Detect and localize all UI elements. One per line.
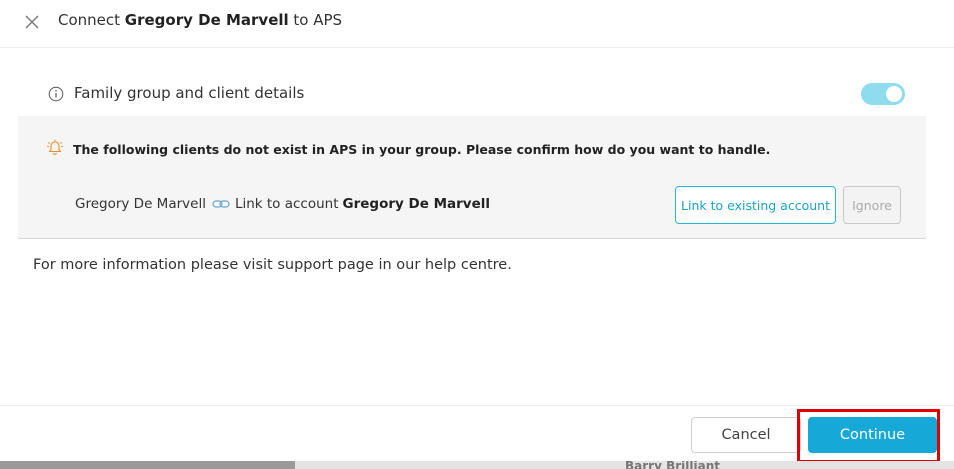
warning-panel: The following clients do not exist in AP… bbox=[18, 116, 926, 239]
title-client-name: Gregory De Marvell bbox=[124, 11, 289, 29]
close-icon bbox=[25, 15, 39, 29]
title-prefix: Connect bbox=[58, 11, 125, 29]
link-existing-account-button[interactable]: Link to existing account bbox=[675, 186, 836, 224]
client-name: Gregory De Marvell bbox=[75, 196, 206, 212]
section-label: Family group and client details bbox=[74, 84, 305, 102]
cancel-button[interactable]: Cancel bbox=[691, 417, 801, 453]
modal-header: Connect Gregory De Marvell to APS bbox=[0, 0, 954, 48]
link-icon bbox=[212, 200, 230, 208]
modal-footer: Cancel Continue bbox=[0, 405, 954, 463]
background-page-strip: Barry Brilliant bbox=[0, 461, 954, 469]
connect-client-modal: Connect Gregory De Marvell to APS Family… bbox=[0, 0, 954, 469]
info-icon bbox=[48, 86, 64, 102]
ignore-button[interactable]: Ignore bbox=[843, 186, 901, 224]
family-group-section: Family group and client details bbox=[18, 72, 926, 116]
modal-title: Connect Gregory De Marvell to APS bbox=[58, 11, 342, 29]
linked-account-name: Gregory De Marvell bbox=[342, 196, 490, 212]
continue-button[interactable]: Continue bbox=[808, 417, 937, 453]
close-button[interactable] bbox=[22, 12, 42, 32]
background-client-name: Barry Brilliant bbox=[625, 461, 720, 469]
client-row: Gregory De Marvell Link to account Grego… bbox=[75, 196, 490, 212]
title-suffix: to APS bbox=[288, 11, 343, 29]
section-toggle[interactable] bbox=[861, 83, 905, 105]
link-to-account-text: Link to account bbox=[234, 196, 339, 212]
bell-alert-icon bbox=[47, 139, 63, 155]
toggle-knob bbox=[886, 86, 902, 102]
warning-message: The following clients do not exist in AP… bbox=[73, 142, 771, 157]
background-page-panel: Barry Brilliant bbox=[295, 461, 954, 469]
help-info-text: For more information please visit suppor… bbox=[33, 257, 512, 273]
